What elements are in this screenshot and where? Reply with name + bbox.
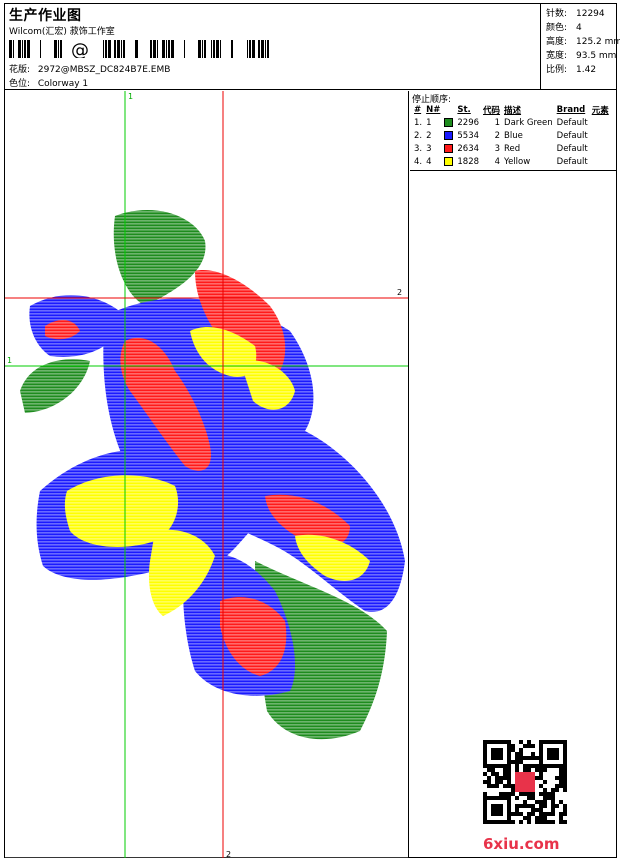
row-index: 2. — [414, 130, 423, 141]
col-element: 元素 — [591, 106, 609, 116]
stat-scale: 比例: 1.42 — [546, 65, 597, 75]
guide-h1-label: 1 — [7, 356, 12, 365]
col-swatch — [442, 104, 455, 116]
header-info: 生产作业图 Wilcom(汇宏) 菽饰工作室 @ 花版: 2972@MBSZ_D… — [5, 4, 541, 90]
row-description: Red — [504, 143, 521, 154]
row-swatch — [442, 116, 455, 129]
sequence-row: 4. 4 1828 4 Yellow Default — [412, 155, 611, 168]
row-brand: Default — [556, 156, 588, 167]
guide-v1-label: 1 — [128, 92, 133, 101]
col-index: # — [414, 105, 422, 115]
col-stitches: St. — [457, 105, 471, 115]
row-stitches: 2296 — [457, 117, 480, 128]
color-swatch — [444, 143, 454, 153]
pattern-label: 花版: — [9, 65, 31, 75]
row-description: Dark Green — [504, 117, 553, 128]
row-swatch — [442, 155, 455, 168]
design-canvas: 1 1 2 2 — [5, 91, 408, 858]
sequence-table: # N# St. 代码 描述 Brand 元素 1. 1 2296 1 Dark Gre… — [412, 104, 611, 168]
row-index: 4. — [414, 156, 423, 167]
row-brand: Default — [556, 130, 588, 141]
row-brand: Default — [556, 117, 588, 128]
row-description: Yellow — [504, 156, 531, 167]
row-code: 3 — [494, 143, 501, 154]
row-stitches: 1828 — [457, 156, 480, 167]
sequence-row: 2. 2 5534 2 Blue Default — [412, 129, 611, 142]
row-number: 4 — [426, 156, 432, 167]
stop-sequence-panel: 停止顺序: # N# St. 代码 描述 Brand 元素 1. 1 2296 1 Da… — [410, 91, 616, 171]
color-swatch — [444, 156, 454, 166]
qr-code — [483, 740, 567, 824]
stat-width: 宽度: 93.5 mm — [546, 51, 617, 61]
row-code: 1 — [494, 117, 501, 128]
col-code: 代码 — [483, 106, 501, 116]
watermark: 6xiu.com — [483, 835, 560, 853]
row-number: 1 — [426, 117, 432, 128]
row-swatch — [442, 142, 455, 155]
sequence-row: 1. 1 2296 1 Dark Green Default — [412, 116, 611, 129]
company-name: Wilcom(汇宏) 菽饰工作室 — [9, 27, 115, 37]
pattern-line: 花版: 2972@MBSZ_DC824B7E.EMB — [9, 62, 170, 75]
row-stitches: 2634 — [457, 143, 480, 154]
row-description: Blue — [504, 130, 523, 141]
color-swatch — [444, 130, 454, 140]
row-number: 3 — [426, 143, 432, 154]
stat-height: 高度: 125.2 mm — [546, 37, 620, 47]
row-swatch — [442, 129, 455, 142]
header: 生产作业图 Wilcom(汇宏) 菽饰工作室 @ 花版: 2972@MBSZ_D… — [5, 4, 620, 90]
embroidery-design-view: 1 1 2 2 — [5, 91, 409, 858]
row-code: 4 — [494, 156, 501, 167]
row-index: 3. — [414, 143, 423, 154]
col-description: 描述 — [504, 106, 522, 116]
guide-h2-label: 2 — [397, 288, 402, 297]
row-index: 1. — [414, 117, 423, 128]
worksheet-frame: 生产作业图 Wilcom(汇宏) 菽饰工作室 @ 花版: 2972@MBSZ_D… — [4, 3, 620, 858]
stat-colors: 颜色: 4 — [546, 23, 582, 33]
sequence-row: 3. 3 2634 3 Red Default — [412, 142, 611, 155]
colorway-line: 色位: Colorway 1 — [9, 76, 88, 89]
colorway-value: Colorway 1 — [37, 79, 89, 89]
pattern-value: 2972@MBSZ_DC824B7E.EMB — [37, 65, 171, 75]
sequence-header-row: # N# St. 代码 描述 Brand 元素 — [412, 104, 611, 116]
page-title: 生产作业图 — [9, 8, 82, 24]
barcode: @ — [9, 40, 269, 58]
col-brand: Brand — [556, 105, 586, 115]
guide-v2-label: 2 — [226, 850, 231, 858]
stitch-texture — [5, 91, 408, 858]
stats-panel: 针数: 12294 颜色: 4 高度: 125.2 mm 宽度: 93.5 mm 比例:… — [542, 4, 620, 90]
color-swatch — [444, 117, 454, 127]
row-stitches: 5534 — [457, 130, 480, 141]
stat-stitches: 针数: 12294 — [546, 9, 605, 19]
svg-text:@: @ — [71, 40, 89, 58]
row-number: 2 — [426, 130, 432, 141]
colorway-label: 色位: — [9, 79, 31, 89]
row-brand: Default — [556, 143, 588, 154]
row-code: 2 — [494, 130, 501, 141]
col-number: N# — [426, 105, 441, 115]
